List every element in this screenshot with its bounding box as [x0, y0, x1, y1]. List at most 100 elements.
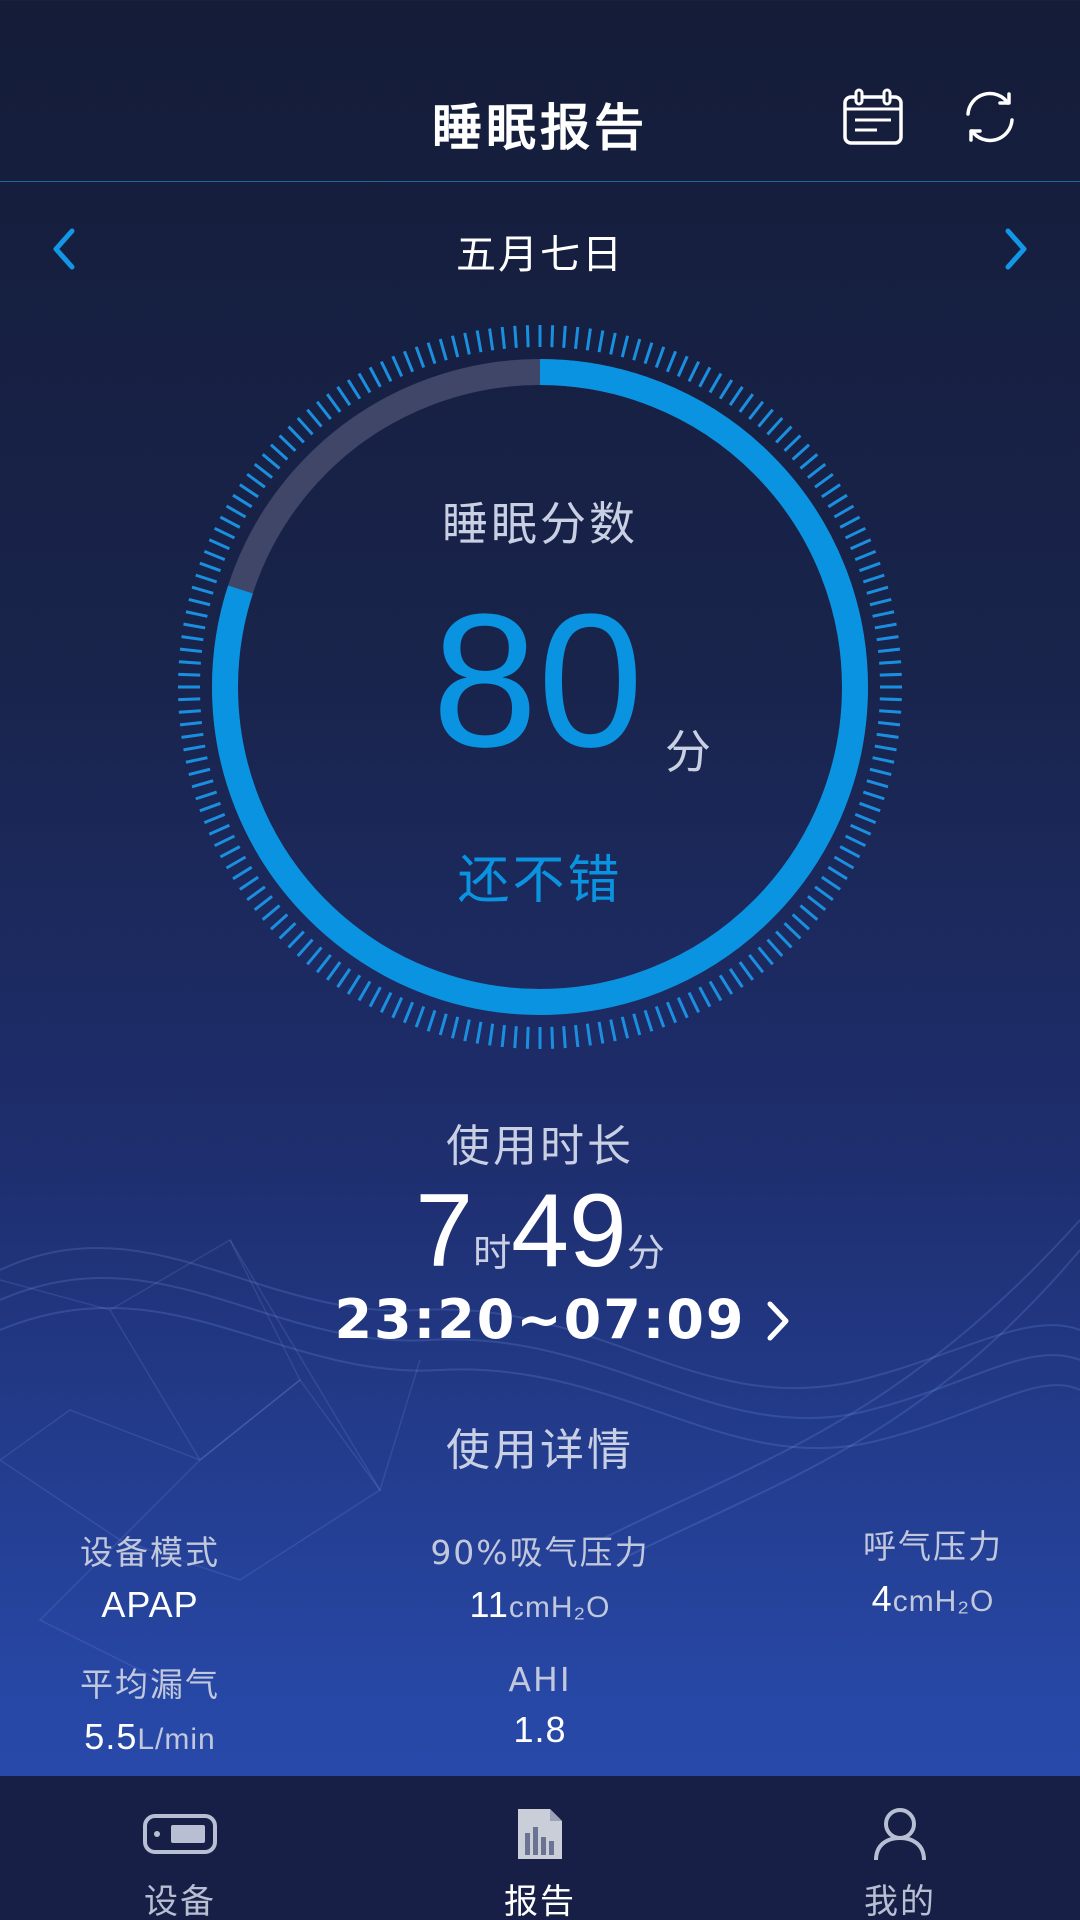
ring-tick [488, 1023, 495, 1046]
ring-tick [757, 408, 774, 428]
ring-tick [315, 954, 332, 974]
ring-tick [858, 801, 881, 813]
ring-tick [414, 346, 426, 369]
ring-tick [562, 1026, 567, 1049]
ring-tick [426, 342, 437, 365]
metric-label: AHI [508, 1660, 572, 1699]
ring-tick [874, 744, 897, 752]
ring-tick [574, 326, 580, 350]
chevron-right-icon[interactable] [990, 224, 1040, 274]
metric-pressure90: 90%吸气压力 11cmH₂O [390, 1526, 690, 1626]
ring-tick [854, 812, 877, 824]
ring-tick [357, 372, 372, 394]
ring-tick [791, 913, 811, 931]
ring-tick [346, 379, 362, 400]
ring-tick [326, 393, 342, 413]
ring-tick [195, 573, 218, 584]
metric-value: 4cmH₂O [783, 1578, 1080, 1620]
ring-tick [676, 355, 689, 378]
nav-item-report[interactable]: 报告 [360, 1776, 720, 1920]
ring-tick [368, 986, 382, 1008]
nav-label[interactable]: 我的 [720, 1874, 1080, 1920]
ring-tick [246, 473, 266, 489]
metric-number: 11 [469, 1584, 509, 1625]
ring-tick [708, 980, 723, 1002]
nav-item-mine[interactable]: 我的 [720, 1776, 1080, 1920]
ring-tick [450, 335, 460, 358]
ring-tick [597, 1021, 605, 1044]
ring-tick [879, 709, 902, 714]
calendar-icon[interactable] [838, 82, 908, 152]
duration-minutes-unit: 分 [626, 1233, 665, 1275]
ring-tick [391, 996, 404, 1019]
ring-tick [877, 647, 901, 653]
ring-tick [876, 732, 899, 739]
report-icon[interactable] [500, 1804, 580, 1864]
ring-tick [438, 1013, 448, 1036]
ring-tick [391, 355, 404, 378]
ring-tick [748, 954, 765, 974]
duration-title: 使用时长 [446, 1121, 634, 1172]
ring-tick [807, 462, 827, 479]
ring-tick [463, 1019, 471, 1042]
ring-tick [766, 938, 784, 958]
nav-label[interactable]: 设备 [0, 1874, 360, 1920]
ring-tick [620, 335, 630, 358]
ring-tick [869, 767, 892, 777]
ring-tick [188, 597, 211, 607]
device-icon[interactable] [140, 1804, 220, 1864]
ring-tick [876, 635, 899, 642]
ring-tick [475, 1021, 483, 1044]
user-icon[interactable] [860, 1804, 940, 1864]
details-title: 使用详情 [446, 1425, 634, 1476]
ring-tick [426, 1009, 437, 1032]
ring-tick [296, 416, 314, 436]
score-comment: 还不错 [457, 851, 623, 911]
ring-tick [585, 328, 592, 351]
page-title: 睡眠报告 [432, 99, 648, 157]
metric-leak: 平均漏气 5.5L/min [0, 1658, 300, 1758]
ring-tick [269, 443, 289, 461]
chevron-right-icon[interactable] [758, 1296, 798, 1346]
time-range-row[interactable]: 23:20~07:09 [0, 1288, 1080, 1358]
score-title: 睡眠分数 [442, 497, 638, 551]
ring-tick [609, 1019, 617, 1042]
ring-tick [191, 779, 214, 789]
ring-tick [766, 416, 784, 436]
metric-value: APAP [101, 1584, 199, 1625]
ring-tick [783, 434, 802, 452]
ring-tick [450, 1016, 460, 1039]
metric-value: 5.5L/min [0, 1716, 300, 1758]
duration-hours-unit: 时 [473, 1233, 512, 1275]
ring-tick [513, 1026, 518, 1049]
score-value: 80 [432, 575, 644, 787]
ring-tick [687, 991, 701, 1014]
ring-tick [253, 462, 273, 479]
ring-tick [185, 610, 208, 618]
ring-tick [178, 697, 201, 702]
refresh-icon[interactable] [955, 82, 1025, 152]
ring-tick [403, 350, 415, 373]
ring-tick [346, 974, 362, 995]
metric-number: 5.5 [84, 1716, 138, 1757]
ring-tick [862, 790, 885, 801]
metric-label: 90%吸气压力 [430, 1533, 650, 1572]
ring-tick [708, 372, 723, 394]
ring-tick [179, 721, 203, 727]
ring-tick [757, 946, 774, 966]
ring-tick [620, 1016, 630, 1039]
ring-tick [379, 360, 393, 383]
ring-tick [368, 366, 382, 388]
nav-label[interactable]: 报告 [360, 1874, 720, 1920]
ring-tick [585, 1023, 592, 1046]
ring-tick [414, 1005, 426, 1028]
ring-tick [550, 325, 555, 348]
ring-tick [178, 672, 201, 677]
ring-tick [872, 610, 895, 618]
nav-item-device[interactable]: 设备 [0, 1776, 360, 1920]
ring-tick [500, 1024, 506, 1048]
ring-tick [877, 721, 901, 727]
ring-tick [849, 823, 872, 836]
time-range[interactable]: 23:20~07:09 [0, 1288, 1080, 1351]
metric-unit: L/min [137, 1723, 216, 1756]
